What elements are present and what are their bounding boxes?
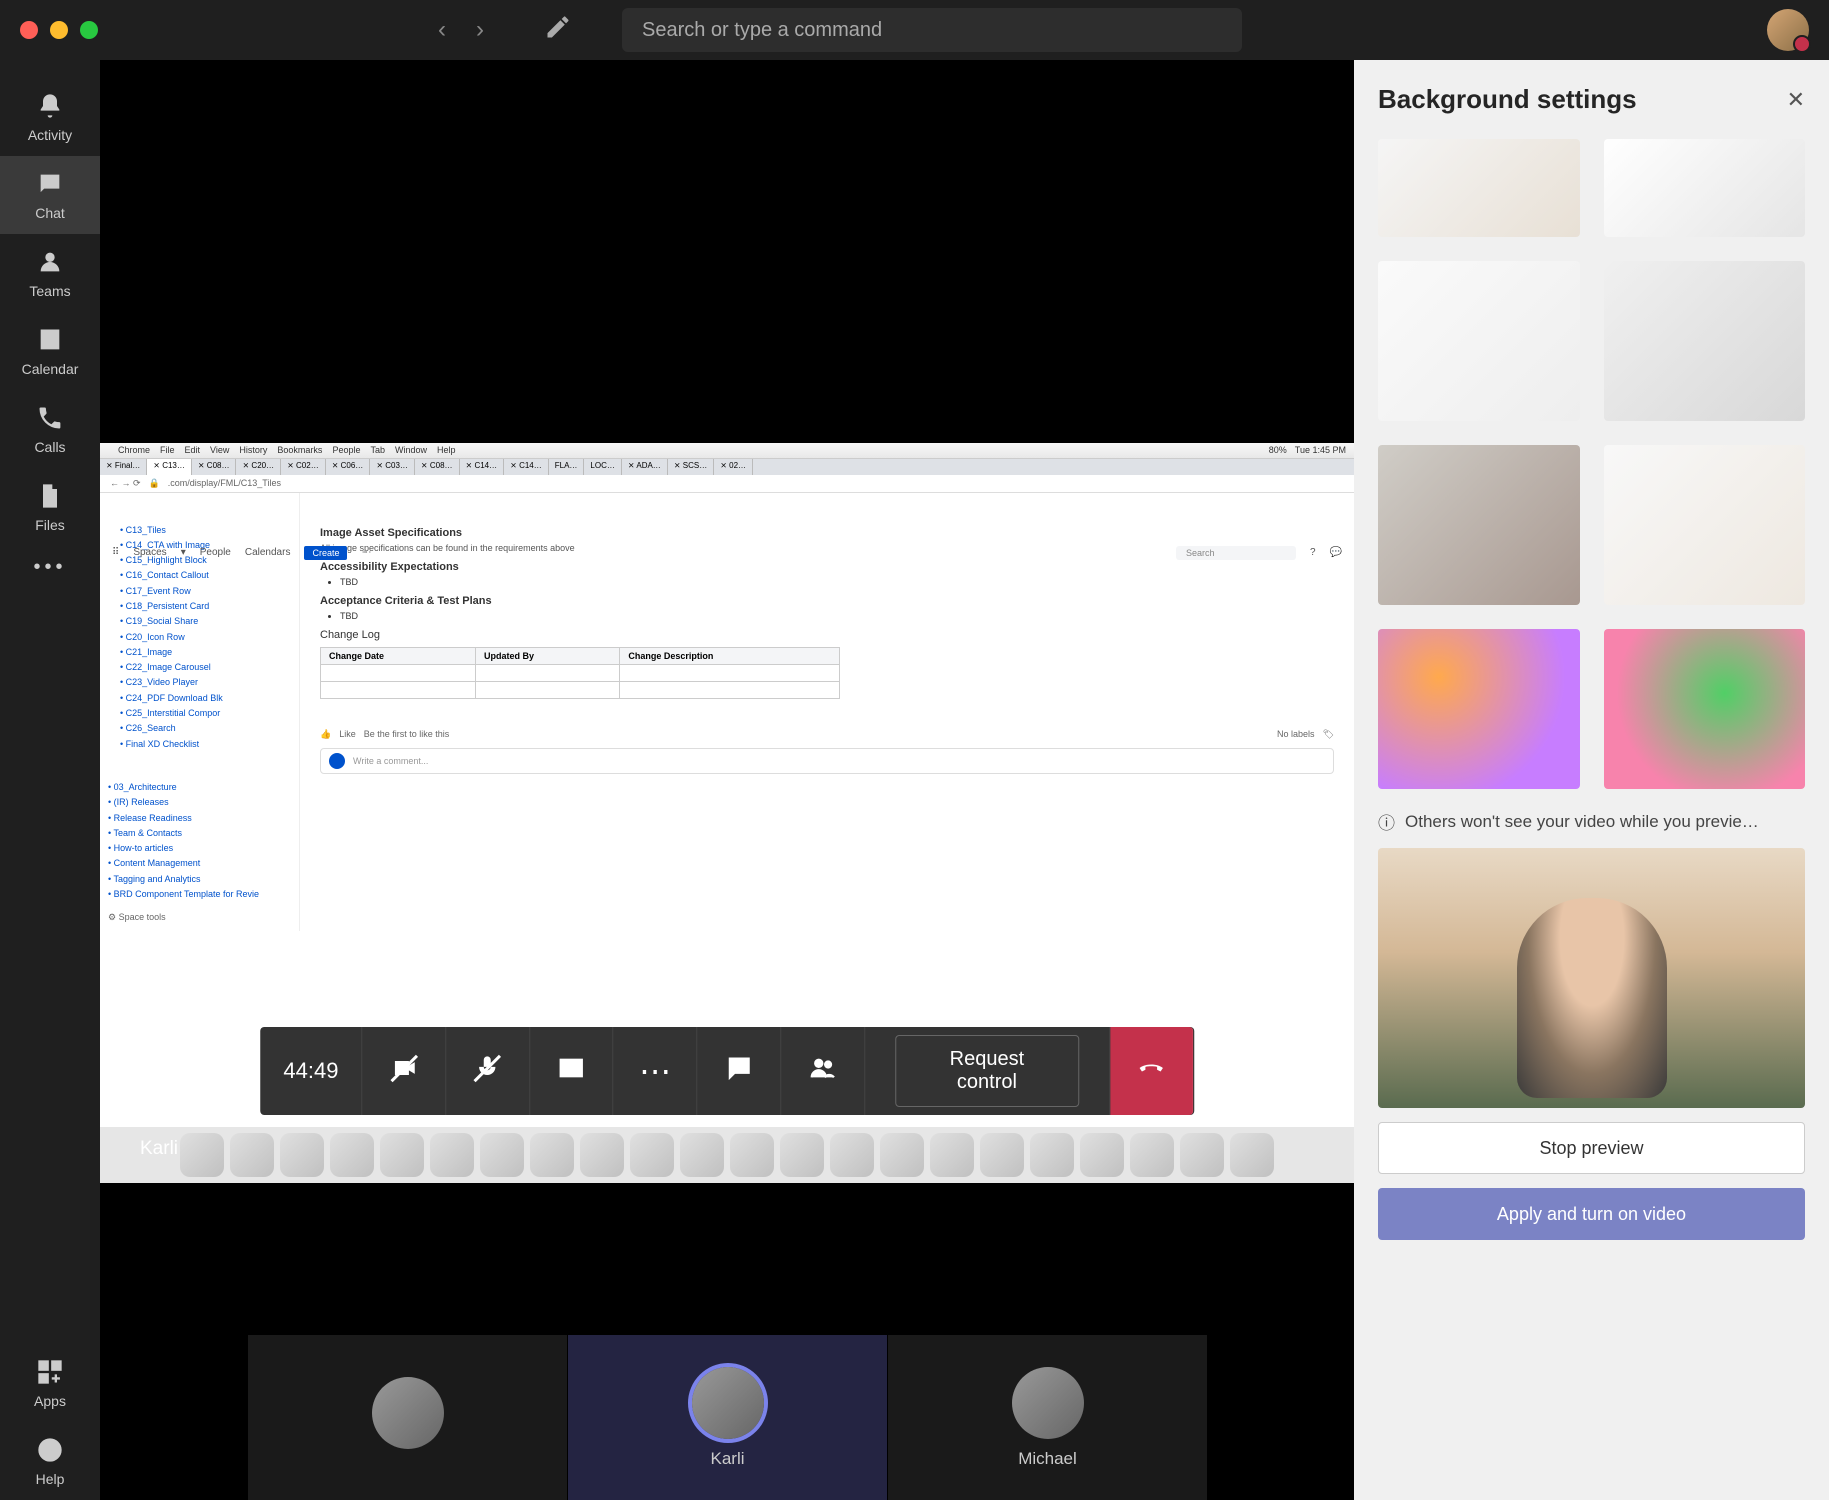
mac-dock	[100, 1127, 1354, 1183]
participants-strip: Karli Michael	[100, 1335, 1354, 1500]
rail-help[interactable]: Help	[0, 1422, 100, 1500]
window-controls	[20, 21, 98, 39]
rail-teams[interactable]: Teams	[0, 234, 100, 312]
background-option[interactable]	[1604, 445, 1806, 605]
request-control-button[interactable]: Request control	[895, 1035, 1079, 1107]
camera-off-icon	[390, 1054, 418, 1089]
shared-screen: ChromeFileEditViewHistoryBookmarksPeople…	[100, 60, 1354, 1335]
background-option[interactable]	[1604, 139, 1806, 237]
background-option[interactable]	[1378, 261, 1580, 421]
close-panel-button[interactable]: ✕	[1787, 87, 1805, 113]
more-icon: ⋯	[639, 1052, 671, 1090]
rail-calendar[interactable]: Calendar	[0, 312, 100, 390]
request-control[interactable]: Request control	[865, 1027, 1110, 1115]
hangup-button[interactable]	[1110, 1027, 1194, 1115]
preview-info: ⓘ Others won't see your video while you …	[1378, 809, 1805, 834]
avatar	[372, 1377, 444, 1449]
rail-chat[interactable]: Chat	[0, 156, 100, 234]
back-button[interactable]: ‹	[438, 16, 446, 44]
more-actions[interactable]: ⋯	[614, 1027, 698, 1115]
bell-icon	[35, 91, 65, 121]
phone-icon	[35, 403, 65, 433]
maximize-window[interactable]	[80, 21, 98, 39]
left-rail: Activity Chat Teams Calendar Calls	[0, 60, 100, 1500]
chat-icon	[35, 169, 65, 199]
rail-apps[interactable]: Apps	[0, 1344, 100, 1422]
panel-title: Background settings	[1378, 84, 1637, 115]
rail-calls[interactable]: Calls	[0, 390, 100, 468]
rail-label: Help	[36, 1471, 65, 1487]
avatar	[692, 1367, 764, 1439]
stop-preview-button[interactable]: Stop preview	[1378, 1122, 1805, 1174]
rail-label: Files	[35, 517, 65, 533]
main-area: ChromeFileEditViewHistoryBookmarksPeople…	[100, 60, 1354, 1500]
info-icon: ⓘ	[1378, 809, 1395, 834]
user-avatar[interactable]	[1767, 9, 1809, 51]
participant-tile[interactable]	[247, 1335, 567, 1500]
calendar-icon	[35, 325, 65, 355]
minimize-window[interactable]	[50, 21, 68, 39]
call-timer: 44:49	[260, 1027, 362, 1115]
chat-toggle[interactable]	[697, 1027, 781, 1115]
rail-more[interactable]: •••	[33, 556, 66, 579]
video-preview	[1378, 848, 1805, 1108]
background-option[interactable]	[1378, 139, 1580, 237]
apps-icon	[35, 1357, 65, 1387]
rail-label: Apps	[34, 1393, 66, 1409]
background-grid	[1378, 139, 1805, 789]
rail-label: Teams	[29, 283, 70, 299]
background-settings-panel: Background settings ✕ ⓘ Others won't see…	[1354, 60, 1829, 1500]
background-option[interactable]	[1378, 629, 1580, 789]
people-toggle[interactable]	[781, 1027, 865, 1115]
titlebar: ‹ › Search or type a command	[0, 0, 1829, 60]
camera-toggle[interactable]	[363, 1027, 447, 1115]
compose-icon[interactable]	[544, 13, 572, 47]
preview-person	[1517, 898, 1667, 1098]
rail-label: Calendar	[22, 361, 79, 377]
search-input[interactable]: Search or type a command	[622, 8, 1242, 52]
chat-icon	[725, 1054, 753, 1089]
call-controls: 44:49 ⋯	[260, 1027, 1194, 1115]
mic-off-icon	[474, 1054, 502, 1089]
people-icon	[809, 1054, 837, 1089]
rail-label: Activity	[28, 127, 72, 143]
mic-toggle[interactable]	[446, 1027, 530, 1115]
background-option[interactable]	[1378, 445, 1580, 605]
share-button[interactable]	[530, 1027, 614, 1115]
mac-menubar: ChromeFileEditViewHistoryBookmarksPeople…	[100, 443, 1354, 459]
participant-tile[interactable]: Michael	[887, 1335, 1207, 1500]
presenter-label: Karli	[140, 1138, 178, 1160]
help-icon	[35, 1435, 65, 1465]
share-icon	[557, 1054, 585, 1089]
rail-label: Calls	[34, 439, 65, 455]
apply-video-button[interactable]: Apply and turn on video	[1378, 1188, 1805, 1240]
rail-files[interactable]: Files	[0, 468, 100, 546]
forward-button[interactable]: ›	[476, 16, 484, 44]
participant-name: Karli	[710, 1449, 744, 1469]
avatar	[1012, 1367, 1084, 1439]
close-window[interactable]	[20, 21, 38, 39]
participant-tile[interactable]: Karli	[567, 1335, 887, 1500]
rail-activity[interactable]: Activity	[0, 78, 100, 156]
participant-name: Michael	[1018, 1449, 1077, 1469]
hangup-icon	[1137, 1054, 1165, 1089]
rail-label: Chat	[35, 205, 65, 221]
teams-icon	[35, 247, 65, 277]
background-option[interactable]	[1604, 261, 1806, 421]
background-option[interactable]	[1604, 629, 1806, 789]
file-icon	[35, 481, 65, 511]
